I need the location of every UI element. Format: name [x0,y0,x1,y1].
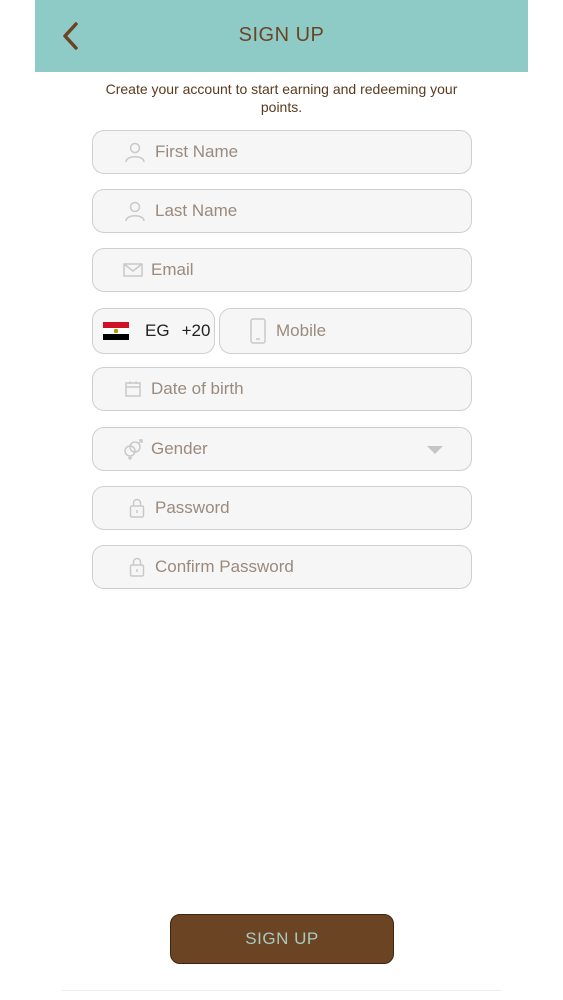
last-name-field[interactable]: Last Name [92,189,472,233]
confirm-password-placeholder: Confirm Password [155,557,294,576]
country-code-picker[interactable]: EG +20 [92,308,215,354]
person-icon [123,199,147,223]
dial-code: +20 [181,321,211,340]
calendar-icon [121,377,145,401]
gender-select[interactable]: Gender [92,427,472,471]
caret-down-icon [427,446,443,454]
page-title: SIGN UP [238,24,325,46]
signup-screen: SIGN UP Create your account to start ear… [35,0,528,1000]
egypt-flag-icon [103,322,129,340]
confirm-password-field[interactable]: Confirm Password [92,545,472,589]
mobile-placeholder: Mobile [276,321,327,340]
first-name-placeholder: First Name [155,142,239,161]
app-header: SIGN UP [35,0,528,72]
first-name-field[interactable]: First Name [92,130,472,174]
mobile-field[interactable]: Mobile [219,308,472,354]
password-field[interactable]: Password [92,486,472,530]
gender-icon [121,437,145,461]
phone-icon [246,318,270,344]
page-subtitle: Create your account to start earning and… [105,81,458,115]
bottom-divider [61,990,502,991]
gender-placeholder: Gender [151,439,208,458]
signup-button[interactable]: SIGN UP [170,914,394,964]
last-name-placeholder: Last Name [155,201,238,220]
lock-icon [125,496,149,520]
person-icon [123,140,147,164]
country-code: EG [145,321,170,340]
password-placeholder: Password [155,498,230,517]
date-of-birth-placeholder: Date of birth [151,379,244,398]
email-placeholder: Email [151,260,194,279]
email-field[interactable]: Email [92,248,472,292]
date-of-birth-field[interactable]: Date of birth [92,367,472,411]
lock-icon [125,555,149,579]
envelope-icon [121,258,145,282]
